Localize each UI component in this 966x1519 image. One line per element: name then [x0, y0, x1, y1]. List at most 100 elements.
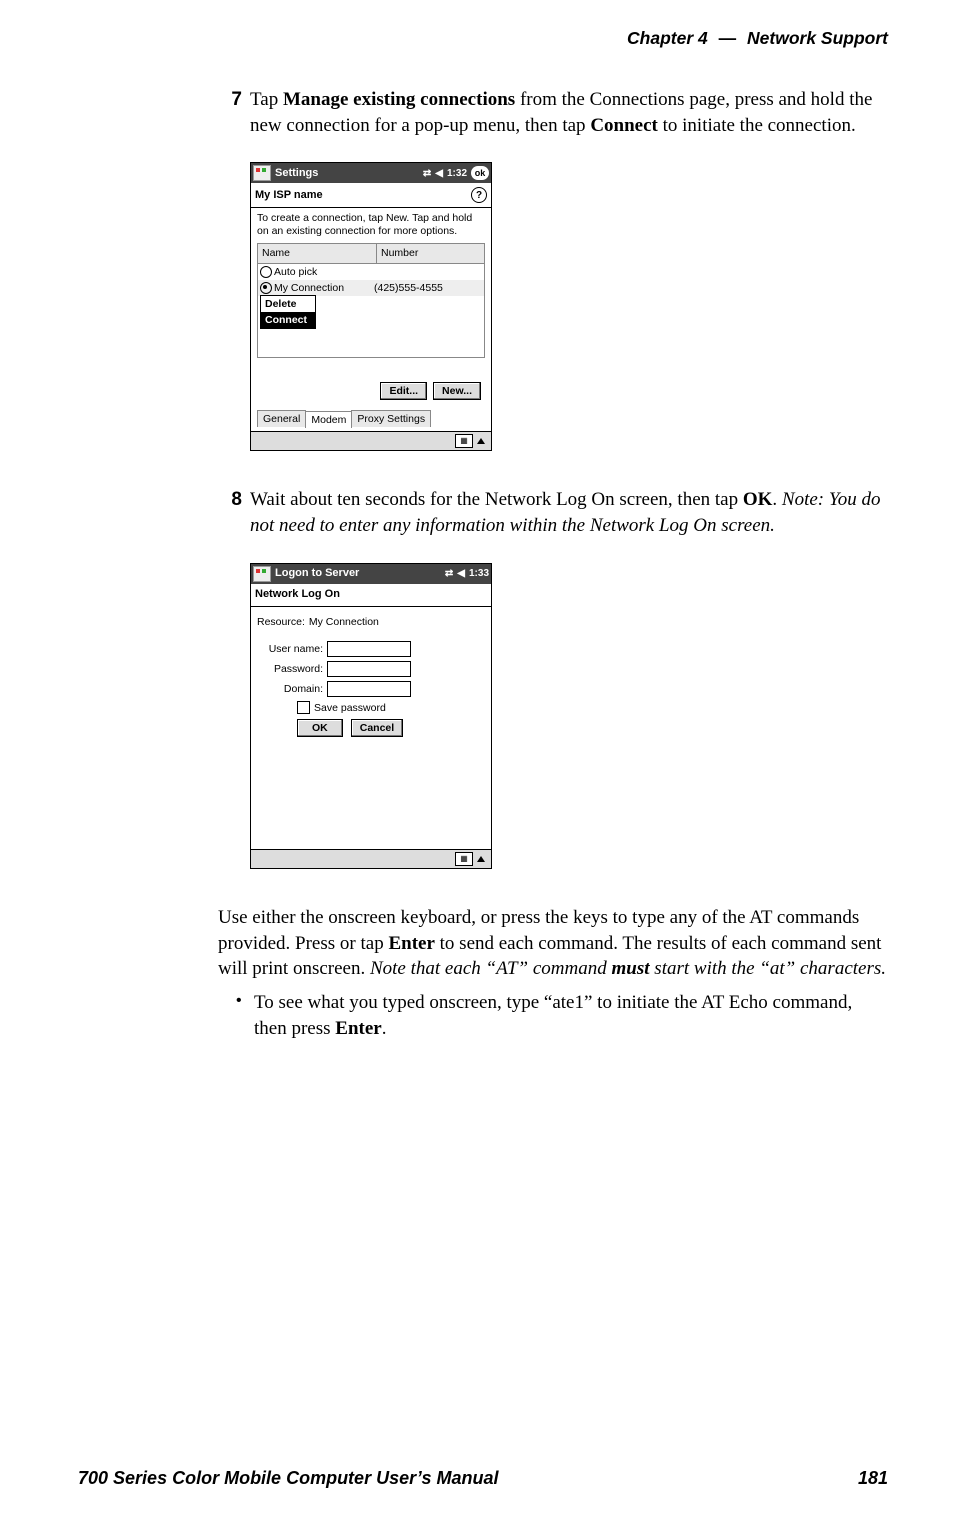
save-password-checkbox[interactable] [297, 701, 310, 714]
connections-grid: Name Number Auto pick My Connection (425… [257, 243, 485, 358]
help-icon[interactable]: ? [471, 187, 487, 203]
dialog-buttons: OK Cancel [297, 719, 485, 737]
clock[interactable]: 1:32 [447, 167, 467, 181]
italic-text: start with the “at” characters. [650, 958, 886, 979]
menu-item-delete[interactable]: Delete [261, 296, 315, 312]
bullet-item: • To see what you typed onscreen, type “… [236, 990, 888, 1041]
bold-text: Manage existing connections [283, 89, 515, 110]
device-frame: Logon to Server ⇄ ◀ 1:33 Network Log On … [250, 563, 492, 870]
row-name: Auto pick [274, 265, 317, 279]
screenshot-logon: Logon to Server ⇄ ◀ 1:33 Network Log On … [250, 563, 888, 870]
paragraph: Use either the onscreen keyboard, or pre… [218, 905, 888, 982]
table-row[interactable]: Auto pick [258, 264, 484, 280]
title-bar: Logon to Server ⇄ ◀ 1:33 [251, 564, 491, 584]
sip-bar: ▦ [251, 431, 491, 450]
edit-button[interactable]: Edit... [380, 382, 427, 400]
username-label: User name: [257, 642, 327, 656]
step-7: 7 Tap Manage existing connections from t… [218, 87, 888, 138]
hint-text: To create a connection, tap New. Tap and… [257, 212, 485, 237]
screenshot-settings: Settings ⇄ ◀ 1:32 ok My ISP name ? To cr… [250, 162, 888, 451]
bold-text: OK [743, 489, 773, 510]
text: . [772, 489, 782, 510]
step-8: 8 Wait about ten seconds for the Network… [218, 487, 888, 538]
domain-label: Domain: [257, 682, 327, 696]
logon-form: Resource: My Connection User name: Passw… [251, 607, 491, 850]
connectivity-icon[interactable]: ⇄ [423, 167, 431, 181]
cancel-button[interactable]: Cancel [351, 719, 403, 737]
text: Tap [250, 89, 283, 110]
bold-text: Enter [335, 1018, 381, 1039]
username-row: User name: [257, 641, 485, 657]
ok-button[interactable]: OK [297, 719, 343, 737]
title-bar: Settings ⇄ ◀ 1:32 ok [251, 163, 491, 183]
dialog-title: Network Log On [255, 587, 340, 602]
sip-bar: ▦ [251, 849, 491, 868]
chapter-title: Network Support [747, 28, 888, 48]
connectivity-icon[interactable]: ⇄ [445, 567, 453, 581]
page-header: Chapter 4 — Network Support [78, 28, 888, 49]
domain-input[interactable] [327, 681, 411, 697]
sub-header: My ISP name ? [251, 183, 491, 208]
domain-row: Domain: [257, 681, 485, 697]
step-body: Wait about ten seconds for the Network L… [250, 487, 888, 538]
password-input[interactable] [327, 661, 411, 677]
step-number: 7 [218, 87, 242, 138]
username-input[interactable] [327, 641, 411, 657]
page-footer: 700 Series Color Mobile Computer User’s … [78, 1468, 888, 1489]
device-frame: Settings ⇄ ◀ 1:32 ok My ISP name ? To cr… [250, 162, 492, 451]
start-icon[interactable] [253, 165, 271, 181]
keyboard-icon[interactable]: ▦ [455, 852, 473, 866]
grid-header: Name Number [258, 244, 484, 263]
save-password-row: Save password [297, 701, 485, 715]
titlebar-icons: ⇄ ◀ 1:33 [445, 567, 489, 581]
tab-bar: General Modem Proxy Settings [257, 410, 485, 427]
sub-header: Network Log On [251, 584, 491, 607]
titlebar-icons: ⇄ ◀ 1:32 ok [423, 166, 489, 180]
start-icon[interactable] [253, 566, 271, 582]
bullet-icon: • [236, 990, 254, 1041]
step-body: Tap Manage existing connections from the… [250, 87, 888, 138]
password-label: Password: [257, 662, 327, 676]
column-name[interactable]: Name [258, 244, 377, 262]
tab-general[interactable]: General [257, 410, 306, 427]
bold-italic-text: must [612, 958, 650, 979]
resource-value: My Connection [309, 615, 379, 629]
menu-item-connect[interactable]: Connect [261, 312, 315, 328]
row-number: (425)555-4555 [370, 281, 484, 295]
text: to initiate the connection. [658, 115, 856, 136]
bold-text: Connect [590, 115, 658, 136]
chapter-num: 4 [698, 28, 708, 48]
new-button[interactable]: New... [433, 382, 481, 400]
context-menu: Delete Connect [260, 295, 316, 329]
save-password-label: Save password [314, 701, 386, 715]
tab-proxy[interactable]: Proxy Settings [351, 410, 431, 427]
keyboard-icon[interactable]: ▦ [455, 434, 473, 448]
text: Wait about ten seconds for the Network L… [250, 489, 743, 510]
volume-icon[interactable]: ◀ [435, 167, 443, 181]
row-name: My Connection [274, 281, 344, 295]
window-title: Logon to Server [275, 566, 445, 581]
text: . [382, 1018, 387, 1039]
window-title: Settings [275, 166, 423, 181]
bold-text: Enter [388, 933, 434, 954]
radio-icon[interactable] [260, 266, 272, 278]
step-number: 8 [218, 487, 242, 538]
button-row: Edit... New... [257, 382, 485, 400]
sip-menu-icon[interactable] [477, 856, 485, 862]
radio-icon[interactable] [260, 282, 272, 294]
sip-menu-icon[interactable] [477, 438, 485, 444]
bullet-text: To see what you typed onscreen, type “at… [254, 990, 888, 1041]
column-number[interactable]: Number [377, 244, 484, 262]
table-row[interactable]: My Connection (425)555-4555 [258, 280, 484, 296]
volume-icon[interactable]: ◀ [457, 567, 465, 581]
password-row: Password: [257, 661, 485, 677]
clock[interactable]: 1:33 [469, 567, 489, 581]
page-number: 181 [858, 1468, 888, 1489]
resource-row: Resource: My Connection [257, 615, 485, 629]
ok-button[interactable]: ok [471, 166, 489, 180]
device-body: To create a connection, tap New. Tap and… [251, 208, 491, 431]
header-dash: — [719, 28, 737, 48]
tab-modem[interactable]: Modem [305, 411, 352, 428]
footer-title: 700 Series Color Mobile Computer User’s … [78, 1468, 498, 1489]
isp-name: My ISP name [255, 188, 323, 203]
